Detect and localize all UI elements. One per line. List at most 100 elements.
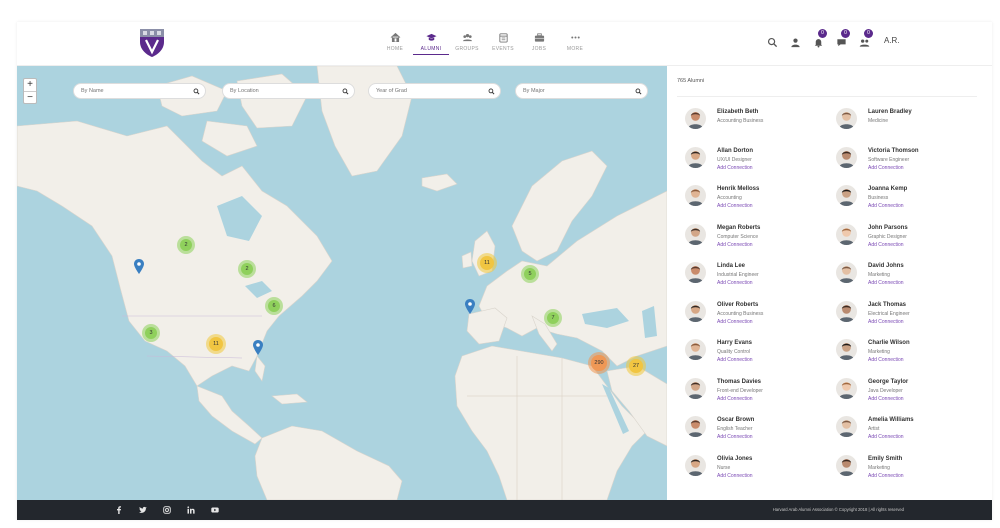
- alumni-list-item[interactable]: Henrik Melloss Accounting Add Connection: [685, 183, 835, 215]
- zoom-out-button[interactable]: −: [24, 91, 36, 103]
- add-connection-link[interactable]: Add Connection: [717, 357, 753, 363]
- alumni-list-item[interactable]: Harry Evans Quality Control Add Connection: [685, 337, 835, 369]
- nav-item-alumni[interactable]: ALUMNI: [413, 32, 449, 55]
- header-messages-button[interactable]: 0: [836, 29, 850, 47]
- nav-item-home[interactable]: HOME: [377, 32, 413, 55]
- alumni-name[interactable]: Thomas Davies: [717, 379, 761, 385]
- add-connection-link[interactable]: Add Connection: [717, 473, 753, 479]
- avatar[interactable]: [836, 185, 857, 206]
- map-cluster[interactable]: 2: [238, 260, 256, 278]
- alumni-name[interactable]: Charlie Wilson: [868, 340, 910, 346]
- alumni-list-item[interactable]: Linda Lee Industrial Engineer Add Connecti…: [685, 260, 835, 292]
- avatar[interactable]: [836, 146, 857, 168]
- location-pin-icon[interactable]: [465, 299, 475, 314]
- alumni-name[interactable]: Olivia Jones: [717, 456, 752, 462]
- add-connection-link[interactable]: Add Connection: [717, 319, 753, 325]
- map-cluster[interactable]: 11: [477, 253, 497, 273]
- map-cluster[interactable]: 27: [626, 356, 646, 376]
- alumni-list-item[interactable]: Jack Thomas Electrical Engineer Add Connec…: [836, 299, 986, 331]
- add-connection-link[interactable]: Add Connection: [717, 242, 753, 248]
- alumni-name[interactable]: Oscar Brown: [717, 417, 754, 423]
- avatar[interactable]: [836, 377, 857, 399]
- alumni-name[interactable]: John Parsons: [868, 225, 908, 231]
- add-connection-link[interactable]: Add Connection: [868, 319, 904, 325]
- alumni-list-item[interactable]: David Johns Marketing Add Connection: [836, 260, 986, 292]
- nav-item-events[interactable]: EVENTS: [485, 32, 521, 55]
- add-connection-link[interactable]: Add Connection: [717, 280, 753, 286]
- alumni-list-item[interactable]: Elizabeth Beth Accounting Business: [685, 106, 835, 138]
- add-connection-link[interactable]: Add Connection: [868, 357, 904, 363]
- location-filter-input[interactable]: [230, 88, 354, 94]
- youtube-link[interactable]: [210, 505, 220, 515]
- header-search-button[interactable]: [767, 35, 778, 48]
- alumni-map[interactable]: + − 2 2 6 3 11 11 5 7 290 27: [17, 66, 667, 500]
- add-connection-link[interactable]: Add Connection: [868, 242, 904, 248]
- alumni-list-item[interactable]: Charlie Wilson Marketing Add Connection: [836, 337, 986, 369]
- avatar[interactable]: [685, 108, 706, 129]
- add-connection-link[interactable]: Add Connection: [868, 396, 904, 402]
- avatar[interactable]: [836, 416, 857, 437]
- alumni-list-item[interactable]: Oliver Roberts Accounting Business Add Con…: [685, 299, 835, 331]
- add-connection-link[interactable]: Add Connection: [868, 203, 904, 209]
- avatar[interactable]: [685, 223, 706, 245]
- avatar[interactable]: [836, 262, 857, 283]
- major-filter-input[interactable]: [523, 88, 647, 94]
- alumni-list-item[interactable]: Lauren Bradley Medicine: [836, 106, 986, 138]
- avatar[interactable]: [685, 185, 706, 206]
- user-initials[interactable]: A.R.: [884, 36, 900, 45]
- alumni-list-item[interactable]: George Taylor Java Developer Add Connectio…: [836, 376, 986, 408]
- avatar[interactable]: [836, 300, 857, 322]
- avatar[interactable]: [836, 339, 857, 360]
- add-connection-link[interactable]: Add Connection: [717, 434, 753, 440]
- map-cluster[interactable]: 5: [521, 265, 539, 283]
- alumni-name[interactable]: Joanna Kemp: [868, 186, 907, 192]
- alumni-name[interactable]: Harry Evans: [717, 340, 752, 346]
- header-connections-button[interactable]: 0: [859, 29, 873, 47]
- alumni-list-item[interactable]: Thomas Davies Front-end Developer Add Conn…: [685, 376, 835, 408]
- alumni-list-item[interactable]: Olivia Jones Nurse Add Connection: [685, 453, 835, 485]
- header-profile-button[interactable]: [790, 35, 801, 48]
- map-cluster[interactable]: 3: [142, 324, 160, 342]
- nav-item-groups[interactable]: GROUPS: [449, 32, 485, 55]
- avatar[interactable]: [685, 262, 706, 283]
- avatar[interactable]: [836, 454, 857, 476]
- name-filter-input[interactable]: [81, 88, 205, 94]
- map-cluster[interactable]: 7: [544, 309, 562, 327]
- alumni-name[interactable]: Lauren Bradley: [868, 109, 912, 115]
- avatar[interactable]: [685, 416, 706, 437]
- map-cluster[interactable]: 2: [177, 236, 195, 254]
- add-connection-link[interactable]: Add Connection: [868, 280, 904, 286]
- map-cluster[interactable]: 290: [588, 352, 610, 374]
- alumni-name[interactable]: Oliver Roberts: [717, 302, 758, 308]
- avatar[interactable]: [836, 223, 857, 245]
- map-cluster[interactable]: 6: [265, 297, 283, 315]
- alumni-name[interactable]: Allan Dorton: [717, 148, 753, 154]
- alumni-name[interactable]: Emily Smith: [868, 456, 902, 462]
- shield-logo-icon[interactable]: [139, 28, 165, 58]
- alumni-name[interactable]: Megan Roberts: [717, 225, 760, 231]
- location-pin-icon[interactable]: [134, 259, 144, 274]
- instagram-link[interactable]: [162, 505, 172, 515]
- grad-year-filter-input[interactable]: [376, 88, 500, 94]
- add-connection-link[interactable]: Add Connection: [868, 473, 904, 479]
- add-connection-link[interactable]: Add Connection: [717, 165, 753, 171]
- nav-item-jobs[interactable]: JOBS: [521, 32, 557, 55]
- alumni-name[interactable]: Elizabeth Beth: [717, 109, 758, 115]
- alumni-name[interactable]: Jack Thomas: [868, 302, 906, 308]
- alumni-name[interactable]: Amelia Williams: [868, 417, 914, 423]
- alumni-list-item[interactable]: Joanna Kemp Business Add Connection: [836, 183, 986, 215]
- alumni-name[interactable]: Linda Lee: [717, 263, 745, 269]
- alumni-list-item[interactable]: Amelia Williams Artist Add Connection: [836, 414, 986, 446]
- facebook-link[interactable]: [114, 505, 124, 515]
- alumni-list-item[interactable]: Oscar Brown English Teacher Add Connection: [685, 414, 835, 446]
- location-pin-icon[interactable]: [253, 340, 263, 355]
- avatar[interactable]: [685, 377, 706, 399]
- avatar[interactable]: [685, 146, 706, 168]
- add-connection-link[interactable]: Add Connection: [717, 396, 753, 402]
- alumni-list-item[interactable]: Allan Dorton UX/UI Designer Add Connection: [685, 145, 835, 177]
- zoom-in-button[interactable]: +: [24, 79, 36, 91]
- alumni-list-item[interactable]: John Parsons Graphic Designer Add Connecti…: [836, 222, 986, 254]
- header-notifications-button[interactable]: 0: [813, 29, 827, 48]
- twitter-link[interactable]: [138, 505, 148, 515]
- avatar[interactable]: [685, 339, 706, 360]
